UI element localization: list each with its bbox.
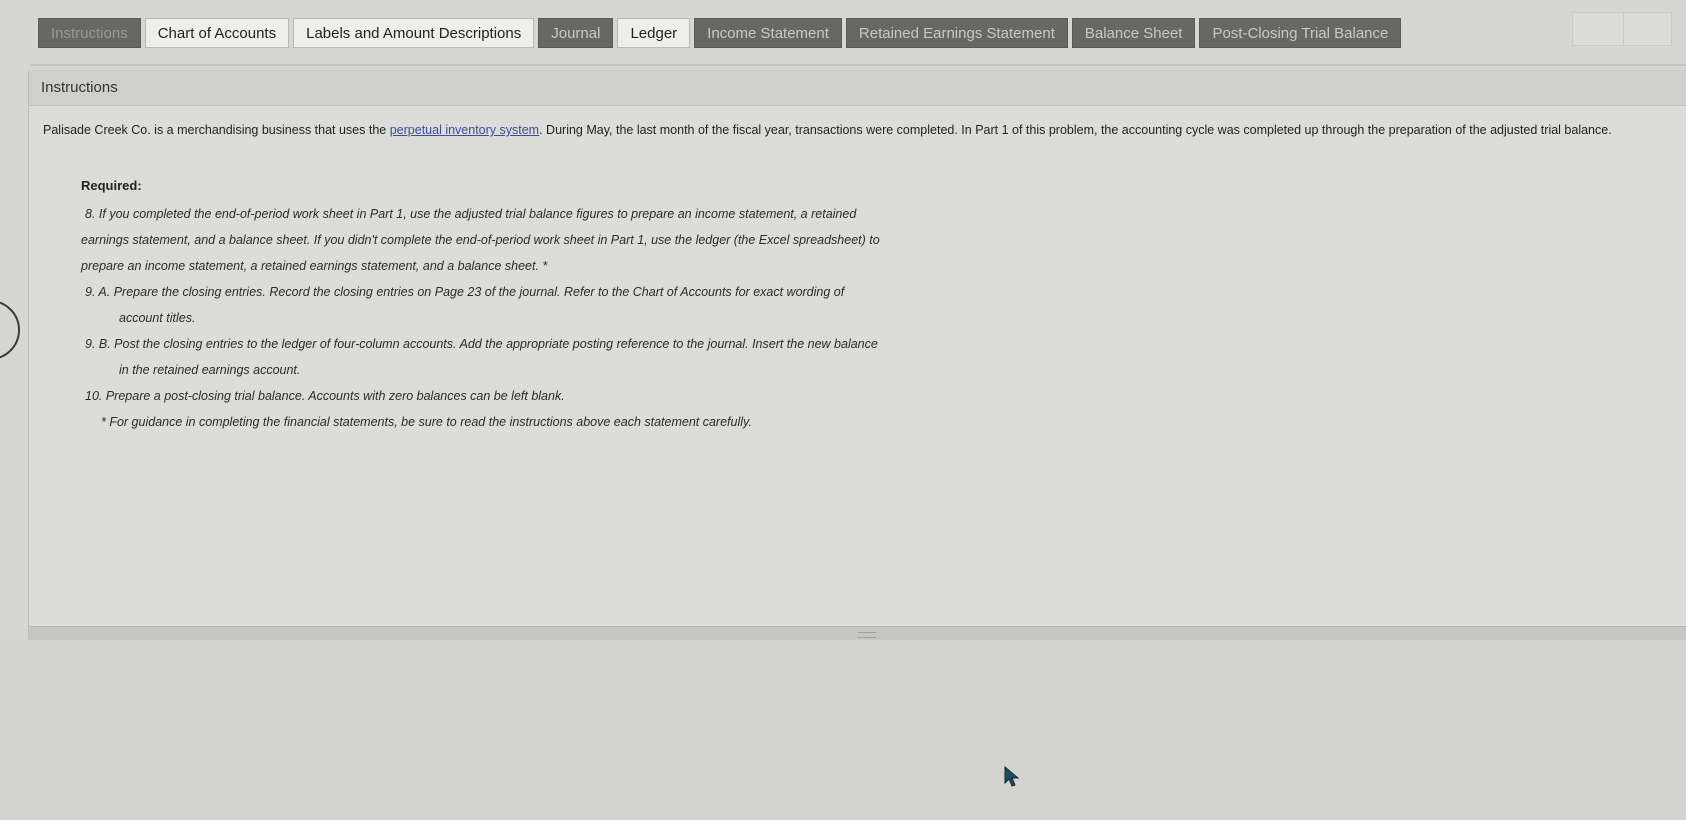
divider bbox=[30, 64, 1686, 66]
required-list: 8. If you completed the end-of-period wo… bbox=[81, 201, 941, 435]
required-section: Required: 8. If you completed the end-of… bbox=[81, 178, 941, 435]
required-line: * For guidance in completing the financi… bbox=[101, 415, 752, 429]
required-line: 8. If you completed the end-of-period wo… bbox=[85, 207, 857, 221]
circle-edge-icon bbox=[0, 300, 20, 360]
tab-income-statement[interactable]: Income Statement bbox=[694, 18, 842, 48]
tab-ledger[interactable]: Ledger bbox=[617, 18, 691, 48]
tab-instructions[interactable]: Instructions bbox=[38, 18, 141, 48]
tab-labels-and-amount-descriptions[interactable]: Labels and Amount Descriptions bbox=[293, 18, 535, 48]
required-line: prepare an income statement, a retained … bbox=[81, 259, 548, 273]
tab-retained-earnings-statement[interactable]: Retained Earnings Statement bbox=[845, 18, 1068, 48]
resize-handle[interactable] bbox=[857, 632, 876, 638]
arrow-cursor-icon bbox=[1004, 766, 1020, 787]
required-label: Required: bbox=[81, 178, 142, 193]
panel-title: Instructions bbox=[29, 70, 1686, 106]
tab-chart-of-accounts[interactable]: Chart of Accounts bbox=[144, 18, 290, 48]
window-controls[interactable] bbox=[1572, 12, 1672, 46]
intro-text-end: . During May, the last month of the fisc… bbox=[539, 123, 1612, 137]
screen: Instructions Chart of Accounts Labels and … bbox=[0, 0, 1686, 820]
tab-balance-sheet[interactable]: Balance Sheet bbox=[1071, 18, 1196, 48]
tab-journal[interactable]: Journal bbox=[538, 18, 614, 48]
required-line: 9. B. Post the closing entries to the le… bbox=[85, 337, 878, 351]
required-line: 9. A. Prepare the closing entries. Recor… bbox=[85, 285, 845, 299]
intro-text-start: Palisade Creek Co. is a merchandising bu… bbox=[43, 123, 390, 137]
perpetual-inventory-link[interactable]: perpetual inventory system bbox=[390, 123, 539, 137]
required-line: 10. Prepare a post-closing trial balance… bbox=[85, 389, 565, 403]
intro-paragraph: Palisade Creek Co. is a merchandising bu… bbox=[43, 122, 1674, 138]
tab-post-closing-trial-balance[interactable]: Post-Closing Trial Balance bbox=[1199, 18, 1402, 48]
tab-bar: Instructions Chart of Accounts Labels and … bbox=[38, 18, 1402, 48]
required-line: account titles. bbox=[119, 311, 196, 325]
empty-workspace bbox=[0, 640, 1686, 820]
instructions-panel: Instructions Palisade Creek Co. is a mer… bbox=[28, 70, 1686, 640]
required-line: in the retained earnings account. bbox=[119, 363, 301, 377]
required-line: earnings statement, and a balance sheet.… bbox=[81, 233, 880, 247]
panel-footer bbox=[29, 626, 1686, 640]
